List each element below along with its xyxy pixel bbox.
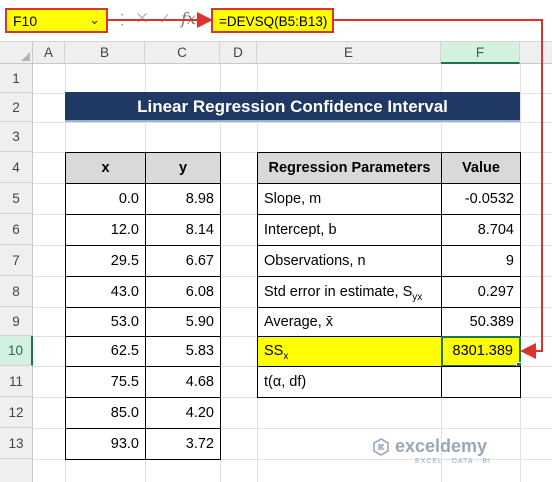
exceldemy-logo-icon xyxy=(373,438,389,456)
arrow-formula-to-cell xyxy=(334,19,543,359)
annotation-arrows xyxy=(108,12,543,359)
watermark: exceldemy EXCEL · DATA · BI xyxy=(395,436,490,465)
watermark-brand: exceldemy xyxy=(395,436,488,456)
watermark-tagline: EXCEL · DATA · BI xyxy=(415,458,491,465)
